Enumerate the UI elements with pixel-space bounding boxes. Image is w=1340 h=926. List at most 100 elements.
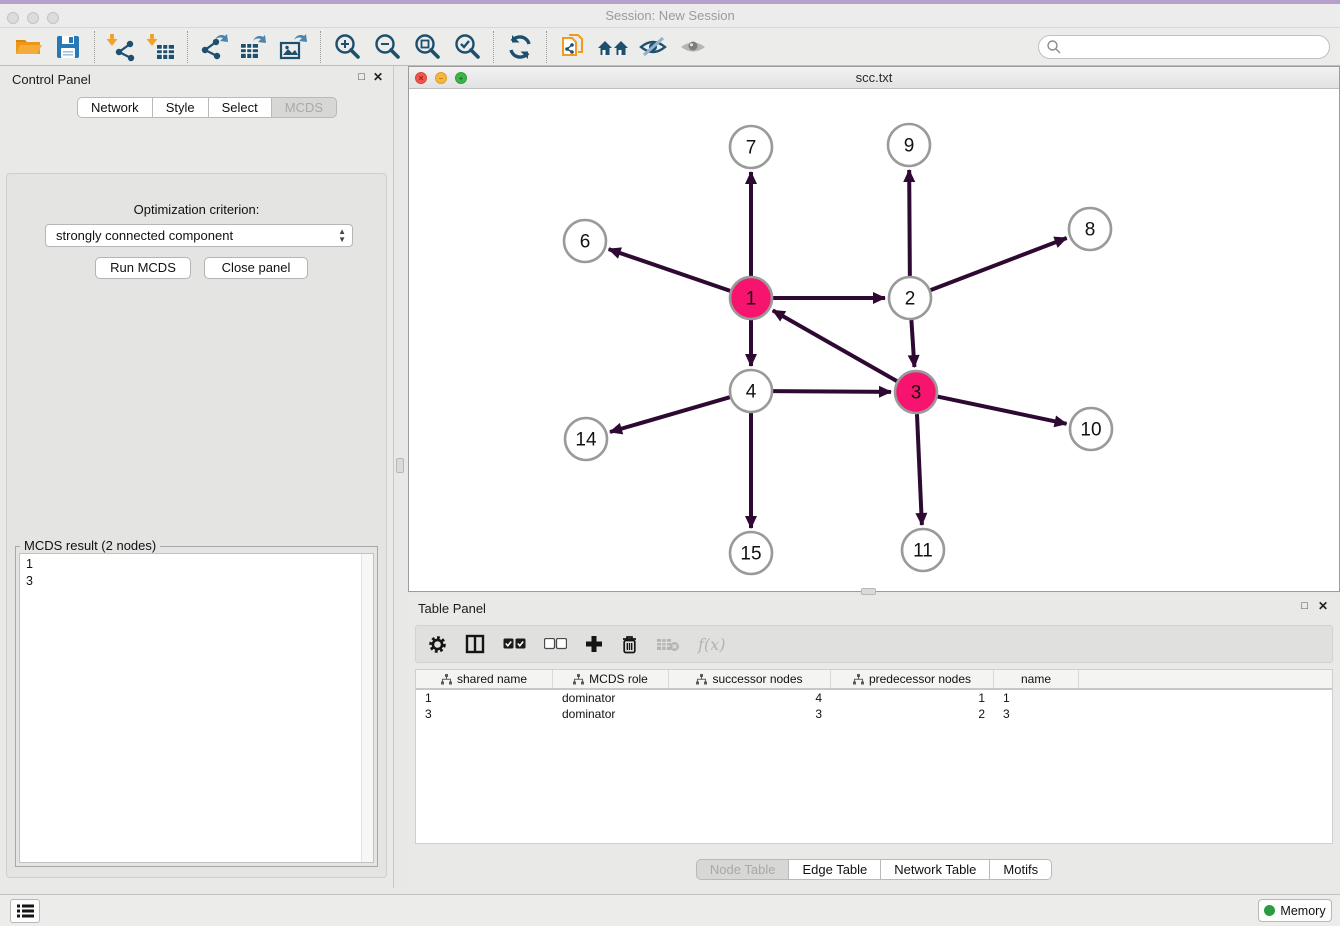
memory-button[interactable]: Memory (1258, 899, 1332, 922)
task-history-button[interactable] (10, 899, 40, 923)
minimize-window-button[interactable] (27, 12, 39, 24)
column-header-shared-name[interactable]: shared name (416, 670, 553, 688)
graph-node-10[interactable]: 10 (1070, 408, 1112, 450)
table-cell[interactable]: 2 (831, 706, 994, 722)
graph-edge-2-9[interactable] (909, 170, 910, 276)
graph-node-11[interactable]: 11 (902, 529, 944, 571)
mcds-result-text[interactable]: 1 3 (19, 553, 374, 863)
graph-node-6[interactable]: 6 (564, 220, 606, 262)
graph-node-8[interactable]: 8 (1069, 208, 1111, 250)
svg-text:8: 8 (1085, 220, 1096, 241)
close-view-button[interactable]: ✕ (415, 72, 427, 84)
zoom-in-button[interactable] (327, 30, 367, 64)
search-input[interactable] (1038, 35, 1330, 59)
zoom-fit-button[interactable] (407, 30, 447, 64)
zoom-selected-button[interactable] (447, 30, 487, 64)
graph-edge-3-10[interactable] (938, 397, 1067, 424)
table-row[interactable]: 3dominator323 (416, 706, 1332, 722)
import-network-button[interactable] (101, 30, 141, 64)
graph-edge-2-3[interactable] (911, 320, 914, 367)
horizontal-splitter-handle[interactable] (861, 588, 876, 595)
import-table-button[interactable] (141, 30, 181, 64)
tab-motifs[interactable]: Motifs (990, 859, 1052, 880)
search-field[interactable] (1038, 35, 1330, 59)
network-canvas[interactable]: 7 9 6 8 1 2 4 3 14 10 15 11 (409, 89, 1339, 591)
table-cell[interactable]: 1 (831, 690, 994, 706)
svg-text:14: 14 (575, 430, 597, 451)
close-window-button[interactable] (7, 12, 19, 24)
vertical-splitter-handle[interactable] (396, 458, 404, 473)
graph-node-15[interactable]: 15 (730, 532, 772, 574)
add-column-button[interactable] (585, 632, 603, 656)
column-header-predecessor-nodes[interactable]: predecessor nodes (831, 670, 994, 688)
table-panel-header: Table Panel □ ✕ (408, 595, 1340, 621)
table-cell[interactable]: 3 (669, 706, 831, 722)
zoom-window-button[interactable] (47, 12, 59, 24)
float-panel-icon[interactable]: □ (1301, 600, 1308, 612)
unselect-all-rows-button[interactable] (544, 632, 567, 656)
table-row[interactable]: 1dominator411 (416, 690, 1332, 706)
save-session-button[interactable] (48, 30, 88, 64)
graph-node-4[interactable]: 4 (730, 370, 772, 412)
refresh-view-button[interactable] (500, 30, 540, 64)
svg-text:11: 11 (913, 541, 933, 562)
table-cell[interactable]: 1 (994, 690, 1079, 706)
table-cell[interactable]: 4 (669, 690, 831, 706)
table-cell[interactable]: 3 (416, 706, 553, 722)
delete-column-button[interactable] (621, 632, 638, 656)
table-cell[interactable]: 3 (994, 706, 1079, 722)
column-header-name[interactable]: name (994, 670, 1079, 688)
graph-node-2[interactable]: 2 (889, 277, 931, 319)
graph-node-14[interactable]: 14 (565, 418, 607, 460)
column-header-MCDS-role[interactable]: MCDS role (553, 670, 669, 688)
graph-node-1[interactable]: 1 (730, 277, 772, 319)
export-network-button[interactable] (194, 30, 234, 64)
table-settings-button[interactable] (428, 632, 447, 656)
zoom-fit-icon (412, 32, 442, 62)
open-session-button[interactable] (8, 30, 48, 64)
close-panel-button[interactable]: Close panel (204, 257, 308, 279)
tab-style[interactable]: Style (153, 97, 209, 118)
table-cell[interactable]: dominator (553, 690, 669, 706)
graph-edge-3-11[interactable] (917, 414, 922, 525)
float-panel-icon[interactable]: □ (358, 71, 365, 83)
tab-select[interactable]: Select (209, 97, 272, 118)
toolbar-separator (546, 31, 547, 63)
run-mcds-button[interactable]: Run MCDS (95, 257, 191, 279)
criterion-dropdown[interactable]: strongly connected component ▲▼ (45, 224, 353, 247)
graph-edge-1-6[interactable] (609, 249, 731, 291)
minimize-view-button[interactable]: − (435, 72, 447, 84)
close-panel-icon[interactable]: ✕ (373, 70, 383, 84)
tab-edge-table[interactable]: Edge Table (789, 859, 881, 880)
clone-network-button[interactable] (553, 30, 593, 64)
graph-edge-4-14[interactable] (610, 397, 730, 432)
zoom-out-button[interactable] (367, 30, 407, 64)
graph-node-3[interactable]: 3 (895, 371, 937, 413)
column-header-successor-nodes[interactable]: successor nodes (669, 670, 831, 688)
export-table-button[interactable] (234, 30, 274, 64)
show-all-button[interactable] (673, 30, 713, 64)
hierarchy-icon (696, 674, 707, 685)
tab-node-table[interactable]: Node Table (696, 859, 790, 880)
graph-node-9[interactable]: 9 (888, 124, 930, 166)
split-columns-button[interactable] (465, 632, 485, 656)
tab-mcds[interactable]: MCDS (272, 97, 337, 118)
tab-network[interactable]: Network (77, 97, 153, 118)
network-window-titlebar[interactable]: ✕ − + scc.txt (409, 67, 1339, 89)
result-scrollbar[interactable] (361, 554, 373, 862)
graph-edge-2-8[interactable] (931, 238, 1067, 290)
tab-network-table[interactable]: Network Table (881, 859, 990, 880)
delete-table-button[interactable] (656, 632, 680, 656)
reset-layout-button[interactable] (593, 30, 633, 64)
graph-node-7[interactable]: 7 (730, 126, 772, 168)
function-builder-button[interactable]: f(x) (698, 632, 725, 656)
export-image-button[interactable] (274, 30, 314, 64)
hide-selected-button[interactable] (633, 30, 673, 64)
table-cell[interactable]: 1 (416, 690, 553, 706)
maximize-view-button[interactable]: + (455, 72, 467, 84)
table-cell[interactable]: dominator (553, 706, 669, 722)
graph-edge-3-1[interactable] (773, 310, 897, 381)
graph-edge-4-3[interactable] (773, 391, 891, 392)
close-panel-icon[interactable]: ✕ (1318, 599, 1328, 613)
select-all-rows-button[interactable] (503, 632, 526, 656)
